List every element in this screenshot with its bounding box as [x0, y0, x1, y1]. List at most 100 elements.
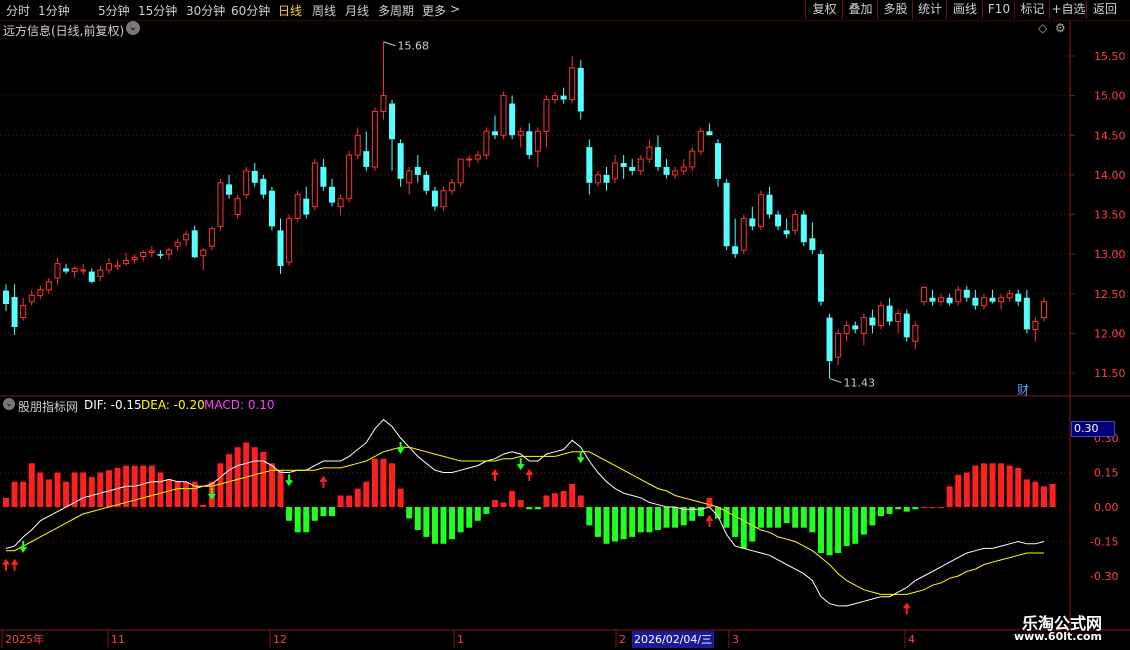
macd-bar: [654, 507, 661, 530]
macd-bar: [148, 465, 155, 507]
macd-bar: [826, 507, 833, 556]
macd-bar: [1006, 465, 1013, 507]
candle-body: [1006, 293, 1013, 299]
candle: [114, 260, 121, 270]
macd-bar: [37, 472, 44, 507]
macd-bar: [878, 507, 885, 517]
panel-options-chevron-icon[interactable]: ⌄: [126, 21, 140, 35]
chart-canvas[interactable]: 15.50 15.00 14.50 14.00 13.50 13.00 12.50 12.00…: [0, 0, 1130, 650]
candle-body: [311, 162, 318, 208]
macd-bar: [1032, 481, 1039, 507]
macd-bar: [414, 507, 421, 530]
date-tick-label: 2: [619, 633, 626, 646]
macd-bar: [217, 463, 224, 507]
candle: [646, 139, 653, 163]
candle: [783, 218, 790, 239]
candle-body: [672, 170, 679, 176]
candle: [337, 194, 344, 215]
date-tick-label: 3: [732, 633, 739, 646]
candle-body: [28, 294, 35, 303]
macd-bar: [165, 479, 172, 507]
candle-body: [963, 289, 970, 298]
candle: [414, 155, 421, 183]
candle: [54, 258, 61, 285]
indicator-options-chevron-icon[interactable]: ⌄: [3, 398, 15, 410]
signal-arrows: [2, 442, 911, 615]
candlestick-series[interactable]: [2, 41, 1048, 379]
candle-body: [998, 297, 1005, 303]
gear-icon[interactable]: ⚙: [1055, 21, 1066, 35]
candle-body: [938, 297, 945, 303]
candle-body: [174, 241, 181, 247]
candle-body: [1040, 301, 1048, 319]
macd-bar: [938, 507, 945, 508]
candle-body: [586, 147, 593, 183]
finance-badge[interactable]: 财: [1017, 381, 1029, 398]
macd-bar: [1023, 479, 1030, 507]
macd-bar: [543, 495, 550, 507]
candle: [243, 166, 250, 199]
candle: [560, 87, 567, 104]
macd-bar: [320, 507, 327, 517]
candle: [509, 95, 516, 140]
candle-body: [183, 233, 190, 241]
candle-body: [860, 317, 867, 334]
macd-bar: [612, 507, 619, 542]
candle: [165, 247, 172, 260]
macd-bar: [80, 472, 87, 507]
macd-bar: [517, 500, 524, 507]
candle-body: [543, 99, 550, 132]
candle: [174, 238, 181, 251]
candle-body: [534, 130, 541, 152]
candle-body: [354, 134, 361, 156]
macd-bar: [28, 463, 35, 507]
candle-body: [800, 214, 807, 243]
up-arrow-icon: [490, 469, 499, 481]
indicator-name[interactable]: 股朋指标网: [18, 398, 78, 415]
macd-bar: [183, 481, 190, 507]
low-price-label: 11.43: [844, 377, 876, 390]
price-tick-label: 12.00: [1094, 327, 1126, 340]
macd-bar: [88, 477, 95, 507]
date-axis-ticks: 2025年 11 12 1 2 3 4: [1, 630, 915, 648]
candle-body: [226, 184, 233, 195]
candle: [105, 258, 112, 274]
macd-histogram[interactable]: [2, 442, 1056, 556]
candle-body: [526, 131, 533, 156]
macd-bar: [140, 465, 147, 507]
candle: [191, 225, 198, 259]
candle: [878, 301, 885, 330]
price-tick-label: 14.50: [1094, 129, 1126, 142]
candle-body: [843, 324, 850, 334]
candle-body: [105, 263, 112, 271]
candle-body: [569, 67, 576, 101]
macd-bar: [63, 481, 70, 507]
down-arrow-icon: [19, 540, 28, 553]
macd-bar: [732, 507, 739, 537]
macd-bar: [457, 507, 464, 533]
candle-body: [757, 194, 764, 227]
macd-bar: [886, 507, 893, 514]
candle: [500, 91, 507, 140]
candle-body: [560, 95, 567, 100]
candle: [629, 159, 636, 175]
price-tick-label: 13.00: [1094, 248, 1126, 261]
macd-bar: [980, 463, 987, 507]
candle: [1040, 297, 1048, 322]
dif-value: DIF: -0.15: [84, 398, 142, 412]
candle-body: [732, 246, 739, 255]
candle-body: [920, 286, 927, 303]
macd-bar: [509, 490, 516, 507]
macd-bar: [354, 488, 361, 507]
candle: [1032, 317, 1039, 342]
candle: [217, 178, 224, 231]
macd-bar: [449, 507, 456, 540]
candle: [183, 230, 190, 247]
candle: [45, 277, 52, 294]
macd-bar: [1049, 484, 1056, 507]
price-tick-label: 11.50: [1094, 367, 1126, 380]
candle: [543, 95, 550, 148]
diamond-icon[interactable]: ◇: [1038, 21, 1047, 35]
candle-body: [483, 130, 490, 156]
high-marker-line: [383, 41, 396, 47]
